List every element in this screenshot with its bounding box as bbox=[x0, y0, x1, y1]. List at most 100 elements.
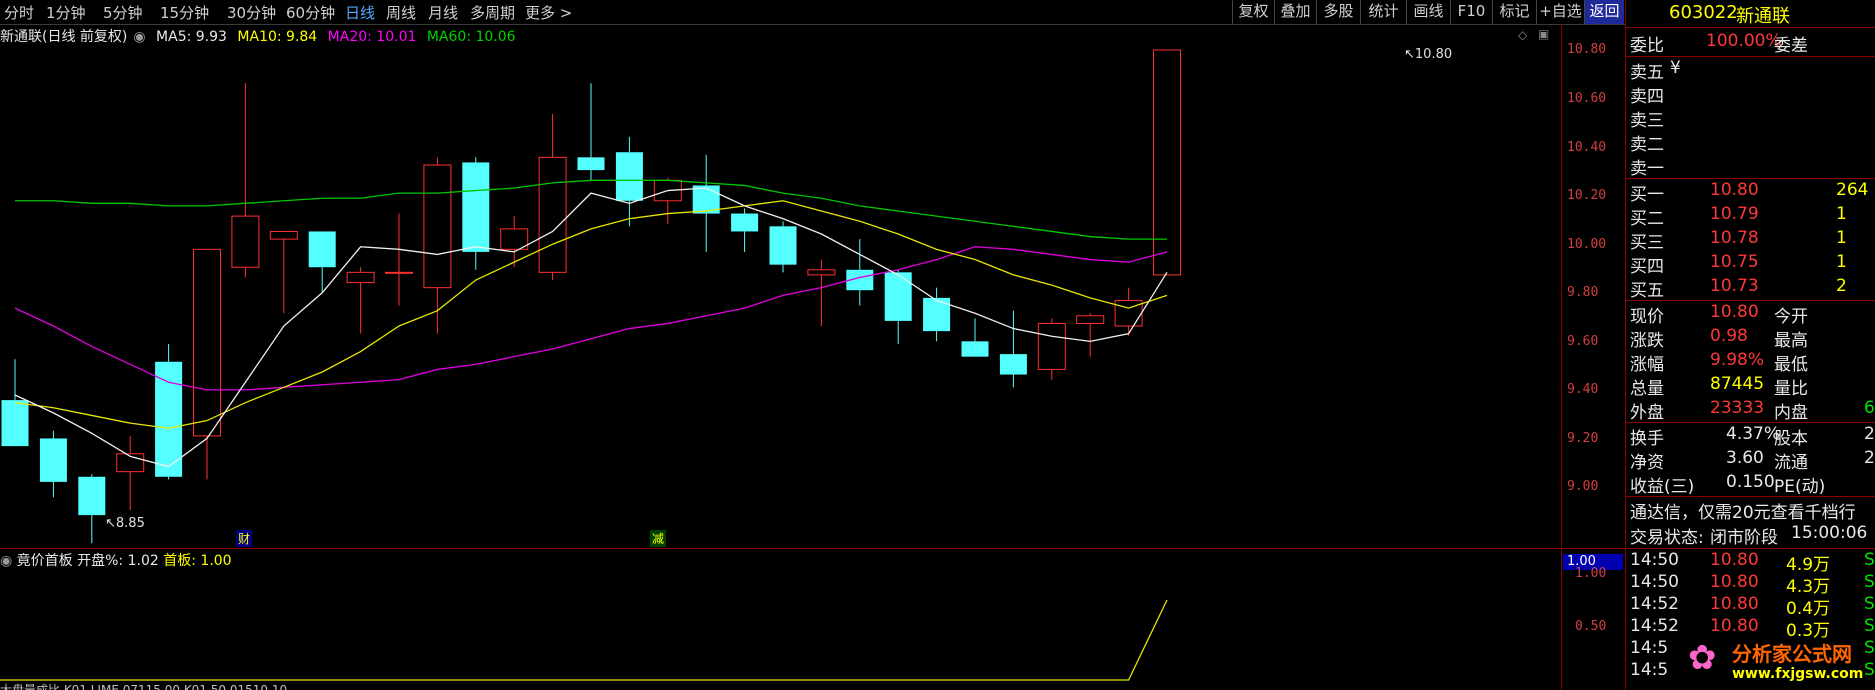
price-tick: 9.80 bbox=[1567, 285, 1599, 300]
collapse-icon[interactable]: ◉ bbox=[0, 553, 12, 569]
sb-label: 首板: bbox=[163, 553, 196, 569]
price-tick: 9.00 bbox=[1567, 479, 1599, 494]
bid-row: 买四 10.75 1 bbox=[1626, 252, 1875, 277]
quote-label: 涨幅 bbox=[1630, 355, 1664, 375]
candle-body-up bbox=[1153, 49, 1181, 276]
tick-price: 10.80 bbox=[1710, 616, 1759, 636]
quote-value: 0.98 bbox=[1710, 326, 1748, 346]
bid-volume: 2 bbox=[1836, 276, 1847, 296]
ask-label: 卖一 bbox=[1630, 159, 1664, 179]
fundamental-label: 收益(三) bbox=[1630, 477, 1695, 497]
quote-value: 87445 bbox=[1710, 374, 1765, 394]
fundamental-row: 净资 3.60 流通 2. bbox=[1626, 448, 1875, 473]
tick-row: 14:52 10.80 0.4万 S bbox=[1626, 594, 1875, 619]
candle-body-up bbox=[193, 248, 221, 437]
candle-body-down bbox=[961, 341, 989, 357]
quote-label: 今开 bbox=[1774, 307, 1808, 327]
price-tick: 10.80 bbox=[1567, 42, 1607, 57]
candlestick-chart[interactable] bbox=[0, 0, 1561, 690]
tick-side: S bbox=[1864, 572, 1875, 592]
tick-price: 10.80 bbox=[1710, 572, 1759, 592]
fundamental-value: 2. bbox=[1864, 424, 1875, 444]
candle-body-up bbox=[1037, 322, 1066, 370]
reduce-marker[interactable]: 减 bbox=[650, 530, 667, 547]
ma20-line bbox=[14, 246, 1168, 391]
tick-time: 14:52 bbox=[1630, 616, 1679, 636]
bid-row: 买一 10.80 264 bbox=[1626, 180, 1875, 205]
quote-row: 涨幅 9.98% 最低 bbox=[1626, 350, 1875, 375]
flower-logo-icon: ✿ bbox=[1688, 638, 1717, 678]
quote-label: 现价 bbox=[1630, 307, 1664, 327]
quote-row: 现价 10.80 今开 bbox=[1626, 302, 1875, 327]
tick-time: 14:52 bbox=[1630, 594, 1679, 614]
ask-label: 卖四 bbox=[1630, 87, 1664, 107]
sb-value: 1.00 bbox=[200, 553, 232, 569]
tick-row: 14:50 10.80 4.9万 S bbox=[1626, 550, 1875, 575]
finance-marker[interactable]: 财 bbox=[236, 530, 253, 547]
candle-body-up bbox=[269, 230, 298, 240]
indicator-name: 竟价首板 bbox=[16, 553, 73, 569]
quote-sidebar: 603022 新通联 委比 100.00% 委差 卖五 ¥ 卖四 卖三 卖二 卖一 买一 1… bbox=[1626, 0, 1875, 690]
quote-value: 9.98% bbox=[1710, 350, 1765, 370]
quote-label: 量比 bbox=[1774, 379, 1808, 399]
watermark: ✿ 分析家公式网 www.fxjgsw.com bbox=[1688, 638, 1864, 682]
fundamental-label: 换手 bbox=[1630, 429, 1664, 449]
tick-price: 10.80 bbox=[1710, 594, 1759, 614]
bid-row: 买五 10.73 2 bbox=[1626, 276, 1875, 301]
candle-body-down bbox=[884, 272, 912, 321]
promo-banner[interactable]: 通达信，仅需20元查看千档行 bbox=[1626, 498, 1875, 523]
fundamental-label: 流通 bbox=[1774, 453, 1808, 473]
candle-body-down bbox=[731, 213, 759, 232]
bid-price: 10.79 bbox=[1710, 204, 1759, 224]
stock-name: 新通联 bbox=[1736, 6, 1790, 27]
fundamental-value: 3.60 bbox=[1726, 448, 1764, 468]
price-tick: 9.40 bbox=[1567, 382, 1599, 397]
tick-time: 14:50 bbox=[1630, 550, 1679, 570]
kp-label: 开盘%: bbox=[77, 553, 124, 569]
candle-body-up bbox=[385, 271, 413, 274]
tick-time: 14:50 bbox=[1630, 572, 1679, 592]
candle-body-up bbox=[231, 215, 260, 268]
indicator-line bbox=[0, 599, 1168, 681]
tick-time: 14:5 bbox=[1630, 660, 1669, 680]
kp-value: 1.02 bbox=[127, 553, 159, 569]
ask-row: 卖五 ¥ bbox=[1626, 58, 1875, 83]
candle-body-up bbox=[346, 271, 375, 284]
bid-price: 10.80 bbox=[1710, 180, 1759, 200]
tick-row: 14:50 10.80 4.3万 S bbox=[1626, 572, 1875, 597]
bid-label: 买二 bbox=[1630, 209, 1664, 229]
bid-price: 10.73 bbox=[1710, 276, 1759, 296]
price-tick: 10.20 bbox=[1567, 188, 1607, 203]
bid-volume: 1 bbox=[1836, 228, 1847, 248]
candle-body-down bbox=[577, 157, 605, 171]
return-button[interactable]: 返回 bbox=[1584, 0, 1624, 24]
quote-value: 23333 bbox=[1710, 398, 1765, 418]
panel-divider bbox=[0, 548, 1625, 549]
fundamental-row: 换手 4.37%股本 2. bbox=[1626, 424, 1875, 449]
candle-body-down bbox=[999, 354, 1027, 375]
tick-side: S bbox=[1864, 616, 1875, 636]
fundamental-label: PE(动) bbox=[1774, 477, 1826, 497]
indicator-legend: ◉ 竟价首板 开盘%: 1.02 首板: 1.00 bbox=[0, 550, 232, 570]
candle-body-down bbox=[78, 476, 106, 516]
ask-label: 卖五 bbox=[1630, 63, 1664, 83]
quote-label: 内盘 bbox=[1774, 403, 1808, 423]
candle-body-down bbox=[39, 438, 67, 482]
stock-header: 603022 新通联 bbox=[1626, 2, 1875, 27]
candle-body-up bbox=[538, 156, 567, 273]
tick-price: 10.80 bbox=[1710, 550, 1759, 570]
ask-label: 卖二 bbox=[1630, 135, 1664, 155]
bid-price: 10.78 bbox=[1710, 228, 1759, 248]
bid-label: 买四 bbox=[1630, 257, 1664, 277]
quote-value: 10.80 bbox=[1710, 302, 1759, 322]
candle-body-down bbox=[615, 152, 643, 201]
candle-body-up bbox=[807, 269, 836, 276]
candle-body-up bbox=[1076, 315, 1105, 324]
ask-row: 卖二 bbox=[1626, 130, 1875, 155]
candle-body-up bbox=[423, 164, 452, 289]
quote-row: 总量 87445 量比 bbox=[1626, 374, 1875, 399]
tick-time: 14:5 bbox=[1630, 638, 1669, 658]
ask-row: 卖一 bbox=[1626, 154, 1875, 179]
indicator-axis-tick: 0.50 bbox=[1575, 619, 1607, 634]
price-tick: 10.60 bbox=[1567, 91, 1607, 106]
